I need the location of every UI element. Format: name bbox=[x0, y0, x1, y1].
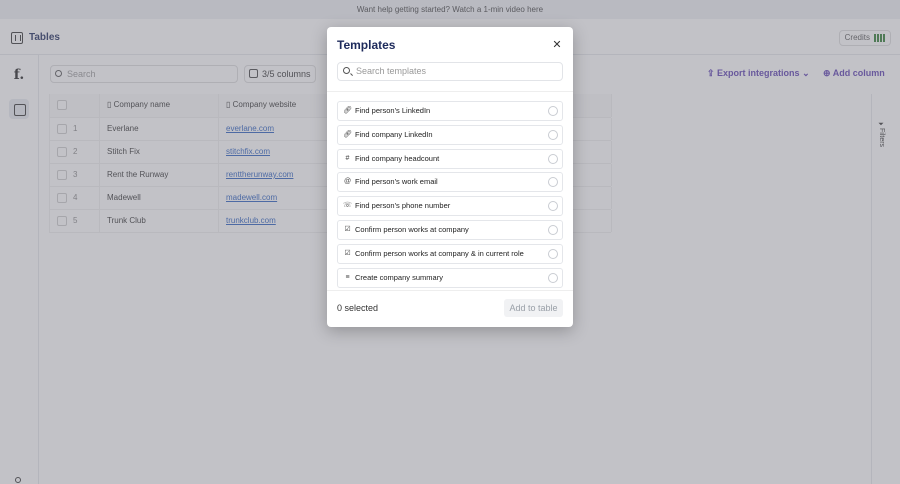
template-item-label: Find person's work email bbox=[355, 177, 438, 187]
checkbox-icon: ☑ bbox=[344, 249, 351, 257]
template-item-label: Find person's phone number bbox=[355, 201, 451, 211]
template-item-create-company-summary[interactable]: ≡ Create company summary bbox=[337, 267, 563, 288]
at-icon: @ bbox=[343, 178, 352, 186]
template-radio[interactable] bbox=[548, 248, 558, 259]
add-to-table-button[interactable]: Add to table bbox=[504, 299, 563, 317]
template-item-find-work-email[interactable]: @ Find person's work email bbox=[337, 172, 563, 193]
template-radio[interactable] bbox=[548, 129, 558, 140]
template-radio[interactable] bbox=[548, 153, 558, 164]
template-item-find-company-linkedin[interactable]: 🔗︎ Find company LinkedIn bbox=[337, 124, 563, 145]
template-radio[interactable] bbox=[548, 106, 558, 116]
divider bbox=[327, 290, 573, 291]
template-radio[interactable] bbox=[548, 224, 558, 235]
modal-title: Templates bbox=[337, 38, 396, 52]
link-icon: 🔗︎ bbox=[343, 107, 352, 114]
template-item-label: Find company headcount bbox=[355, 153, 440, 163]
templates-search-input[interactable]: Search templates bbox=[337, 62, 563, 81]
template-radio[interactable] bbox=[548, 201, 558, 212]
template-item-find-company-headcount[interactable]: # Find company headcount bbox=[337, 148, 563, 169]
template-item-label: Find company LinkedIn bbox=[355, 129, 433, 139]
lines-icon: ≡ bbox=[345, 273, 350, 281]
template-radio[interactable] bbox=[548, 177, 558, 188]
template-item-label: Create company summary bbox=[355, 272, 443, 282]
selected-count: 0 selected bbox=[337, 303, 379, 313]
template-item-label: Confirm person works at company bbox=[355, 224, 469, 234]
template-radio[interactable] bbox=[548, 272, 558, 283]
hash-icon: # bbox=[345, 154, 350, 162]
templates-list: 🔗︎ Find person's LinkedIn 🔗︎ Find compan… bbox=[337, 101, 563, 288]
search-icon bbox=[343, 67, 350, 74]
phone-icon: ☏ bbox=[343, 202, 352, 210]
checkbox-icon: ☑ bbox=[344, 225, 351, 233]
template-item-label: Confirm person works at company & in cur… bbox=[355, 248, 524, 258]
template-item-confirm-works-current-role[interactable]: ☑ Confirm person works at company & in c… bbox=[337, 243, 563, 264]
link-icon: 🔗︎ bbox=[343, 130, 352, 138]
template-item-confirm-works-at-company[interactable]: ☑ Confirm person works at company bbox=[337, 219, 563, 240]
template-item-find-person-linkedin[interactable]: 🔗︎ Find person's LinkedIn bbox=[337, 101, 563, 121]
close-icon[interactable]: ✕ bbox=[551, 39, 563, 51]
templates-modal: Templates ✕ Search templates 🔗︎ Find per… bbox=[327, 27, 573, 327]
template-item-label: Find person's LinkedIn bbox=[355, 106, 431, 115]
templates-search-placeholder: Search templates bbox=[356, 66, 427, 76]
divider bbox=[327, 91, 573, 92]
template-item-find-phone-number[interactable]: ☏ Find person's phone number bbox=[337, 196, 563, 217]
